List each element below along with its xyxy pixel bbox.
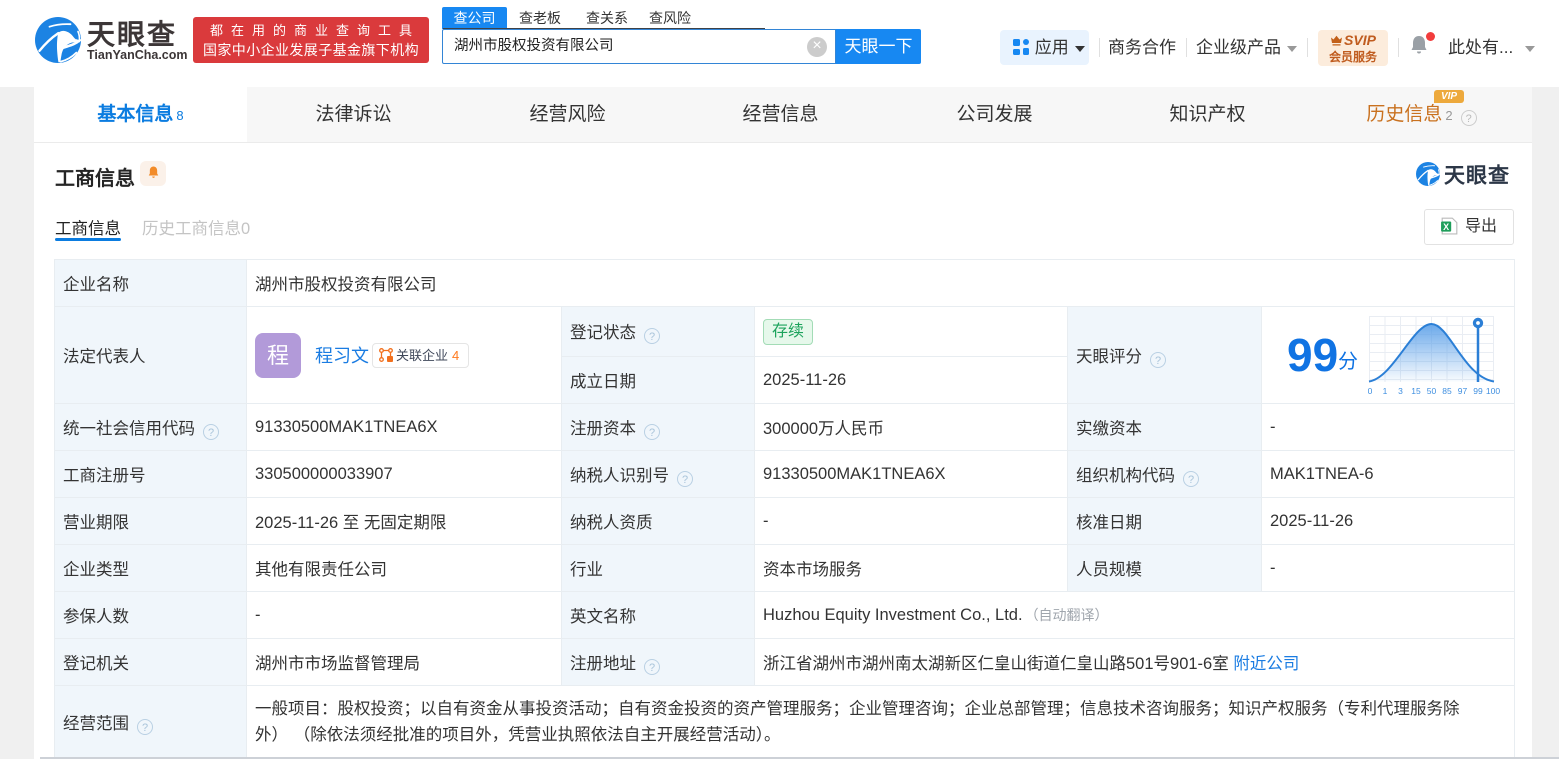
svg-text:99: 99 [1473, 386, 1483, 396]
svg-text:0: 0 [1368, 386, 1373, 396]
svg-text:15: 15 [1411, 386, 1421, 396]
svg-text:X: X [1443, 221, 1449, 231]
svg-text:天眼查: 天眼查 [1444, 164, 1510, 188]
svg-text:3: 3 [1398, 386, 1403, 396]
svg-text:1: 1 [1383, 386, 1388, 396]
svg-text:85: 85 [1442, 386, 1452, 396]
svg-text:100: 100 [1486, 386, 1500, 396]
svg-text:50: 50 [1427, 386, 1437, 396]
svg-text:97: 97 [1458, 386, 1468, 396]
